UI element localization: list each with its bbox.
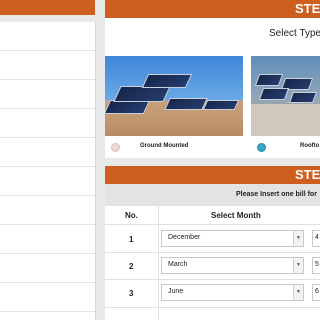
month-select[interactable]: December ▼ [161,230,304,247]
step-header-2: STEP [105,166,320,184]
chevron-down-icon: ▼ [293,258,303,273]
row-number: 2 [129,262,134,271]
bill-amount-value: 4 [315,234,319,241]
left-panel-row [0,22,95,51]
left-panel-row [0,167,95,196]
row-divider [105,307,320,308]
bill-amount-value: 5 [315,261,319,268]
rooftop-label: Roofto [300,143,320,149]
chevron-down-icon: ▼ [293,231,303,246]
left-panel-row [0,138,95,167]
ground-mounted-photo[interactable] [105,56,243,136]
left-panel-row [0,51,95,80]
step-header-1: STEP [105,0,320,18]
month-select-value: March [168,261,188,268]
left-panel-row [0,109,95,138]
step-header-label: STEP [295,1,320,16]
left-panel [0,22,96,320]
month-select-value: June [168,288,184,295]
left-panel-row [0,283,95,312]
left-panel-row [0,225,95,254]
system-type-card: Select Type Ground Mounted Roofto [105,18,320,158]
rooftop-photo[interactable] [251,56,320,136]
ground-mounted-radio[interactable] [111,143,120,152]
month-select[interactable]: June ▼ [161,284,304,301]
month-column-header: Select Month [211,211,261,220]
bill-amount-input[interactable]: 6 [312,284,320,301]
row-number: 3 [129,289,134,298]
bill-amount-input[interactable]: 5 [312,257,320,274]
bill-instruction-bar: Please Insert one bill for [105,184,320,206]
left-panel-row [0,80,95,109]
no-column-header: No. [125,211,138,220]
ground-mounted-label: Ground Mounted [140,143,189,149]
step-header-label: STEP [295,167,320,182]
bill-amount-input[interactable]: 4 [312,230,320,247]
left-panel-header [0,0,95,15]
row-divider [105,252,320,253]
left-panel-row [0,254,95,283]
bill-form-card: Please Insert one bill for No. Select Mo… [105,184,320,320]
row-divider [105,279,320,280]
row-divider [105,224,320,225]
rooftop-radio[interactable] [257,143,266,152]
month-select-value: December [168,234,201,241]
bill-amount-value: 6 [315,288,319,295]
row-number: 1 [129,235,134,244]
system-type-title: Select Type [269,28,320,39]
bill-instruction-text: Please Insert one bill for [236,191,317,198]
month-select[interactable]: March ▼ [161,257,304,274]
chevron-down-icon: ▼ [293,285,303,300]
left-panel-row [0,196,95,225]
